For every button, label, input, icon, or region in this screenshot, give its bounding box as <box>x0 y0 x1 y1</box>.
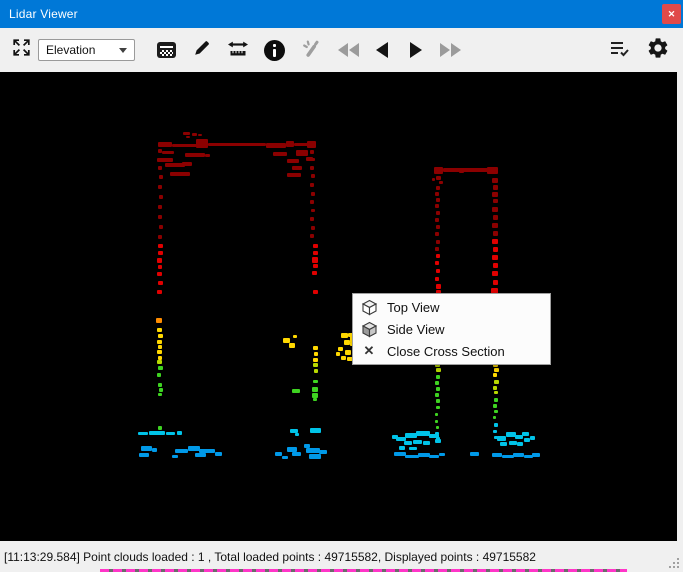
fast-forward-icon <box>440 43 461 57</box>
chevron-down-icon <box>119 48 127 53</box>
toolbar: Elevation <box>0 28 683 72</box>
window-close-button[interactable]: ✕ <box>662 4 681 24</box>
window-close-icon: ✕ <box>668 9 676 20</box>
measure-ruler-icon <box>227 39 249 62</box>
edit-points-button[interactable] <box>295 33 325 67</box>
draw-button[interactable] <box>187 33 217 67</box>
measure-button[interactable] <box>223 33 253 67</box>
menu-item-side-view[interactable]: Side View <box>353 318 550 340</box>
info-icon <box>264 40 285 61</box>
cube-top-icon <box>360 299 378 316</box>
color-lut-button[interactable] <box>151 33 181 67</box>
elevation-dropdown-value: Elevation <box>46 43 95 57</box>
elevation-dropdown[interactable]: Elevation <box>38 39 135 61</box>
play-icon <box>410 42 422 58</box>
gear-icon <box>646 36 670 65</box>
context-menu: Top View Side View ✕ Close Cross Section <box>352 293 551 365</box>
previous-icon <box>376 42 388 58</box>
status-text: [11:13:29.584] Point clouds loaded : 1 ,… <box>4 550 536 564</box>
menu-item-label: Top View <box>387 300 440 315</box>
statusbar: [11:13:29.584] Point clouds loaded : 1 ,… <box>0 541 683 572</box>
info-button[interactable] <box>259 33 289 67</box>
pencil-icon <box>193 39 211 62</box>
menu-item-top-view[interactable]: Top View <box>353 296 550 318</box>
previous-frame-button[interactable] <box>367 33 397 67</box>
magic-wand-icon <box>301 39 319 62</box>
layer-list-button[interactable] <box>605 33 635 67</box>
window-title: Lidar Viewer <box>0 7 78 21</box>
resize-grip-icon[interactable] <box>667 556 683 572</box>
point-cloud-canvas[interactable]: Top View Side View ✕ Close Cross Section <box>0 72 677 541</box>
menu-item-close-cross-section[interactable]: ✕ Close Cross Section <box>353 340 550 362</box>
settings-button[interactable] <box>643 33 673 67</box>
rewind-button[interactable] <box>333 33 363 67</box>
fast-forward-button[interactable] <box>435 33 465 67</box>
playlist-check-icon <box>609 39 631 62</box>
expand-view-button[interactable] <box>8 33 34 67</box>
expand-icon <box>13 39 30 61</box>
play-button[interactable] <box>401 33 431 67</box>
titlebar: Lidar Viewer ✕ <box>0 0 683 28</box>
rewind-icon <box>338 43 359 57</box>
close-x-icon: ✕ <box>360 343 378 360</box>
lut-grid-icon <box>157 42 176 58</box>
cube-side-icon <box>360 321 378 338</box>
menu-item-label: Close Cross Section <box>387 344 505 359</box>
lidar-viewer-window: Lidar Viewer ✕ Elevation <box>0 0 683 572</box>
menu-item-label: Side View <box>387 322 445 337</box>
